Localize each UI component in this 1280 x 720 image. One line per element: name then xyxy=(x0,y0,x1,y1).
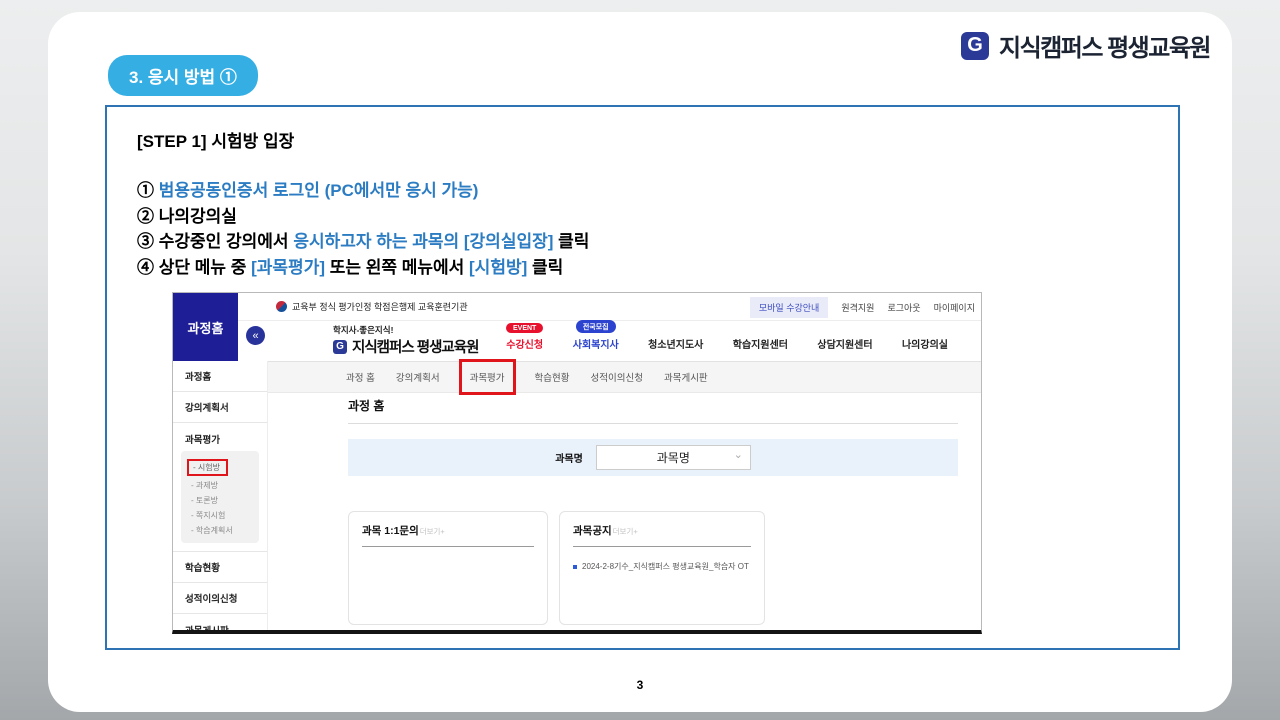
sidebar-item-grade-objection[interactable]: 성적이의신청 xyxy=(173,583,267,614)
sidebar-section-board: 과목게시판 xyxy=(185,626,229,634)
sidebar-item-course-home[interactable]: 과정홈 xyxy=(173,361,267,392)
step-4: ④ 상단 메뉴 중 [과목평가] 또는 왼쪽 메뉴에서 [시험방] 클릭 xyxy=(137,257,564,277)
sidebar-item-learning-status[interactable]: 학습현황 xyxy=(173,551,267,583)
section-badge: 3. 응시 방법 ① xyxy=(108,55,258,96)
page-number: 3 xyxy=(636,678,644,692)
link-mobile-guide[interactable]: 모바일 수강안내 xyxy=(749,296,829,318)
utility-links: 모바일 수강안내 원격지원 로그아웃 마이페이지 xyxy=(749,293,975,321)
notice-card: 과목공지 더보기+ 2024-2-8기수_지식캠퍼스 평생교육원_학습자 OT xyxy=(559,511,765,625)
tab-course-home[interactable]: 과정 홈 xyxy=(346,370,375,384)
sidebar-sub-discussion[interactable]: - 토론방 xyxy=(191,493,259,508)
step-3: ③ 수강중인 강의에서 응시하고자 하는 과목의 [강의실입장] 클릭 xyxy=(137,232,590,251)
steps-list: ① 범용공동인증서 로그인 (PC에서만 응시 가능) ② 나의강의실 ③ 수강… xyxy=(137,178,589,280)
content-box: [STEP 1] 시험방 입장 ① 범용공동인증서 로그인 (PC에서만 응시 … xyxy=(105,105,1180,650)
sidebar-sub-study-plan[interactable]: - 학습계획서 xyxy=(191,523,259,538)
site-logo[interactable]: G 지식캠퍼스 평생교육원 xyxy=(333,336,479,357)
notice-item-text: 2024-2-8기수_지식캠퍼스 평생교육원_학습자 OT xyxy=(582,562,749,571)
lms-screenshot: 교육부 정식 평가인정 학점은행제 교육훈련기관 모바일 수강안내 원격지원 로… xyxy=(172,292,982,634)
sidebar-section-eval: 과목평가 xyxy=(185,435,220,446)
sidebar-sub-exam-room[interactable]: - 시험방 xyxy=(187,457,259,478)
brand-logo: G 지식캠퍼스 평생교육원 xyxy=(961,28,1211,63)
recruit-badge: 전국모집 xyxy=(575,320,616,333)
notice-card-title: 과목공지 xyxy=(573,525,612,537)
step-title: [STEP 1] 시험방 입장 xyxy=(137,132,295,151)
link-logout[interactable]: 로그아웃 xyxy=(887,301,920,314)
exam-room-highlight[interactable]: - 시험방 xyxy=(187,459,228,476)
sidebar-sub-assignment[interactable]: - 과제방 xyxy=(191,478,259,493)
sidebar-sub-quiz[interactable]: - 쪽지시험 xyxy=(191,508,259,523)
inquiry-card: 과목 1:1문의 더보기+ xyxy=(348,511,548,625)
brand-name: 지식캠퍼스 평생교육원 xyxy=(999,35,1211,62)
sidebar-item-syllabus[interactable]: 강의계획서 xyxy=(173,392,267,423)
card-divider xyxy=(362,546,534,547)
course-sidebar: 과정홈 강의계획서 과목평가 - 시험방 - 과제방 - 토론방 - 쪽지시험 … xyxy=(173,361,268,634)
site-logo-text: 지식캠퍼스 평생교육원 xyxy=(352,340,479,356)
subject-dropdown[interactable]: 과목명 ⌄ xyxy=(595,445,751,470)
collapse-icon[interactable]: « xyxy=(246,326,265,345)
government-logo-icon xyxy=(276,301,287,312)
nav-item-counsel-support[interactable]: 상담지원센터 xyxy=(817,336,872,351)
subject-filter-band: 과목명 과목명 ⌄ xyxy=(348,439,958,476)
card-divider xyxy=(573,546,751,547)
tab-subject-eval-highlighted[interactable]: 과목평가 xyxy=(458,359,516,395)
subject-dropdown-value: 과목명 xyxy=(656,451,690,465)
slide-card: G 지식캠퍼스 평생교육원 3. 응시 방법 ① [STEP 1] 시험방 입장… xyxy=(48,12,1232,712)
site-logo-g-icon: G xyxy=(333,339,347,354)
tab-grade-objection[interactable]: 성적이의신청 xyxy=(591,370,643,384)
slide-background: G 지식캠퍼스 평생교육원 3. 응시 방법 ① [STEP 1] 시험방 입장… xyxy=(0,0,1280,720)
inquiry-more-link[interactable]: 더보기+ xyxy=(420,526,445,537)
link-mypage[interactable]: 마이페이지 xyxy=(934,301,975,314)
sidebar-eval-panel: - 시험방 - 과제방 - 토론방 - 쪽지시험 - 학습계획서 xyxy=(181,451,259,543)
nav-item-enrollment[interactable]: EVENT 수강신청 xyxy=(506,323,544,351)
page-title: 과정 홈 xyxy=(348,399,385,413)
site-slogan: 학지사-좋은지식! xyxy=(333,325,394,335)
step-2: ② 나의강의실 xyxy=(137,206,237,226)
bullet-icon xyxy=(573,564,577,569)
title-divider xyxy=(348,423,958,424)
brand-g-icon: G xyxy=(961,31,990,60)
course-home-box[interactable]: 과정홈 xyxy=(173,293,238,361)
main-nav: EVENT 수강신청 전국모집 사회복지사 청소년지도사 학습지원센터 상담지원 xyxy=(506,319,948,359)
tab-learning-status[interactable]: 학습현황 xyxy=(535,370,570,384)
event-badge: EVENT xyxy=(506,323,544,333)
chevron-down-icon: ⌄ xyxy=(733,449,743,461)
gov-text: 교육부 정식 평가인정 학점은행제 교육훈련기관 xyxy=(292,302,468,312)
nav-item-youth-leader[interactable]: 청소년지도사 xyxy=(648,336,703,351)
nav-item-learning-support[interactable]: 학습지원센터 xyxy=(733,336,788,351)
gov-certification: 교육부 정식 평가인정 학점은행제 교육훈련기관 xyxy=(276,300,468,313)
inquiry-card-title: 과목 1:1문의 xyxy=(362,525,419,537)
notice-list-item[interactable]: 2024-2-8기수_지식캠퍼스 평생교육원_학습자 OT xyxy=(573,561,751,572)
tab-syllabus[interactable]: 강의계획서 xyxy=(396,370,440,384)
notice-more-link[interactable]: 더보기+ xyxy=(613,526,638,537)
step-1: ① 범용공동인증서 로그인 (PC에서만 응시 가능) xyxy=(137,181,479,200)
course-tabs: 과정 홈 강의계획서 과목평가 학습현황 성적이의신청 과목게시판 xyxy=(173,359,981,395)
subject-filter-label: 과목명 xyxy=(555,454,583,465)
link-remote-support[interactable]: 원격지원 xyxy=(841,301,874,314)
tab-subject-board[interactable]: 과목게시판 xyxy=(664,370,708,384)
content-cards: 과목 1:1문의 더보기+ 과목공지 더보기+ 2024-2-8기수_지식캠퍼스… xyxy=(348,511,765,625)
utility-bar: 교육부 정식 평가인정 학점은행제 교육훈련기관 모바일 수강안내 원격지원 로… xyxy=(173,293,981,321)
nav-item-my-classroom[interactable]: 나의강의실 xyxy=(902,336,948,351)
nav-item-social-worker[interactable]: 전국모집 사회복지사 xyxy=(573,320,619,351)
